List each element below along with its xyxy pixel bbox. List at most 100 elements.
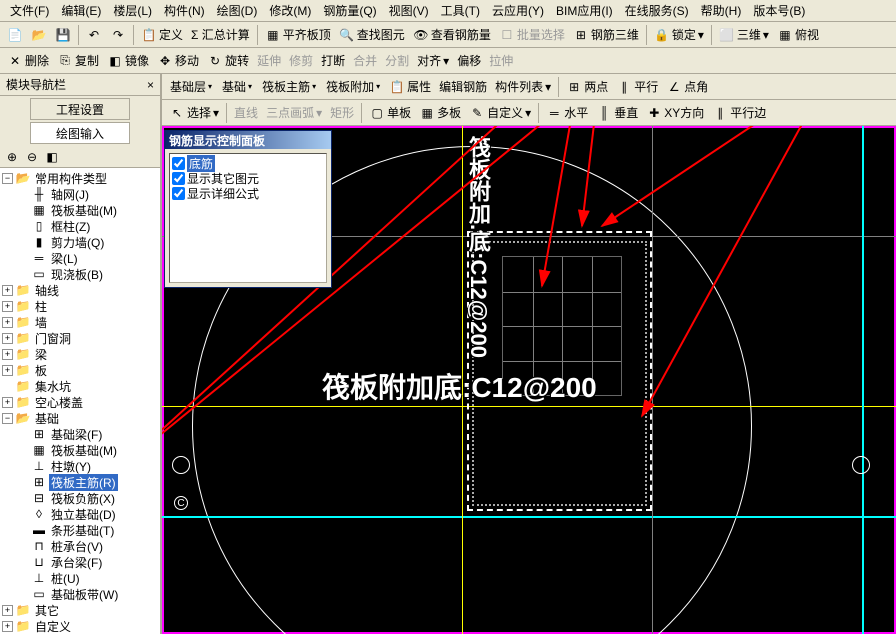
tab-project-settings[interactable]: 工程设置 — [30, 98, 130, 120]
rect-button[interactable]: 矩形 — [327, 103, 357, 122]
tree-item[interactable]: 梁(L) — [49, 250, 80, 267]
two-point-button[interactable]: ⊞两点 — [563, 77, 611, 96]
tree-toggle[interactable]: + — [2, 365, 13, 376]
rebar-3d-button[interactable]: ⊞钢筋三维 — [570, 25, 642, 44]
view-rebar-button[interactable]: 👁查看钢筋量 — [410, 25, 494, 44]
tree-other[interactable]: 其它 — [33, 602, 61, 619]
component-list-button[interactable]: 构件列表▾ — [492, 77, 554, 96]
tree-toggle[interactable]: − — [2, 173, 13, 184]
tree-item[interactable]: 条形基础(T) — [49, 522, 116, 539]
undo-button[interactable]: ↶ — [83, 26, 105, 44]
menu-file[interactable]: 文件(F) — [4, 0, 55, 21]
custom-button[interactable]: ✎自定义▾ — [466, 103, 534, 122]
select-button[interactable]: ↖选择▾ — [166, 103, 222, 122]
menu-edit[interactable]: 编辑(E) — [55, 0, 107, 21]
rotate-button[interactable]: ↻旋转 — [204, 51, 252, 70]
tab-drawing-input[interactable]: 绘图输入 — [30, 122, 130, 144]
drawing-canvas[interactable]: C 筏板附加底:C12@200 筏板附加.底:C12@200 钢筋显示控制面板 … — [162, 126, 896, 634]
line-button[interactable]: 直线 — [231, 103, 261, 122]
trim-button[interactable]: 修剪 — [286, 51, 316, 70]
menu-version[interactable]: 版本号(B) — [747, 0, 811, 21]
panel-item[interactable]: 显示详细公式 — [172, 186, 324, 201]
stretch-button[interactable]: 拉伸 — [486, 51, 516, 70]
checkbox[interactable] — [172, 172, 185, 185]
tree-item[interactable]: 剪力墙(Q) — [49, 234, 106, 251]
panel-title[interactable]: 钢筋显示控制面板 — [165, 131, 331, 149]
tree-cat[interactable]: 梁 — [33, 346, 49, 363]
view3d-button[interactable]: ⬜三维▾ — [716, 25, 772, 44]
tree-toggle[interactable]: + — [2, 621, 13, 632]
tree-toggle[interactable]: + — [2, 397, 13, 408]
rebar-display-panel[interactable]: 钢筋显示控制面板 底筋 显示其它图元 显示详细公式 — [164, 130, 332, 288]
edit-rebar-button[interactable]: 编辑钢筋 — [436, 77, 490, 96]
arc-button[interactable]: 三点画弧▾ — [263, 103, 325, 122]
tree-root[interactable]: 常用构件类型 — [33, 170, 109, 187]
tree-item[interactable]: 现浇板(B) — [49, 266, 105, 283]
save-button[interactable]: 💾 — [52, 26, 74, 44]
open-button[interactable]: 📂 — [28, 26, 50, 44]
tree-cat[interactable]: 墙 — [33, 314, 49, 331]
xy-dir-button[interactable]: ✚XY方向 — [643, 103, 707, 122]
tree-item[interactable]: 独立基础(D) — [49, 506, 118, 523]
tree-toggle[interactable]: + — [2, 317, 13, 328]
lock-button[interactable]: 🔒锁定▾ — [651, 25, 707, 44]
component-tree[interactable]: −📂常用构件类型 ╫轴网(J) ▦筏板基础(M) ▯框柱(Z) ▮剪力墙(Q) … — [0, 168, 160, 634]
menu-modify[interactable]: 修改(M) — [263, 0, 317, 21]
tree-item[interactable]: 柱墩(Y) — [49, 458, 93, 475]
tree-toggle[interactable]: − — [2, 413, 13, 424]
menu-tools[interactable]: 工具(T) — [435, 0, 486, 21]
tree-item[interactable]: 筏板基础(M) — [49, 202, 119, 219]
menu-rebar[interactable]: 钢筋量(Q) — [317, 0, 382, 21]
find-button[interactable]: 🔍查找图元 — [336, 25, 408, 44]
tree-item[interactable]: 筏板基础(M) — [49, 442, 119, 459]
tree-cat[interactable]: 柱 — [33, 298, 49, 315]
type1-dropdown[interactable]: 筏板主筋▾ — [258, 76, 320, 97]
tree-item[interactable]: 桩(U) — [49, 570, 82, 587]
tree-cat[interactable]: 门窗洞 — [33, 330, 73, 347]
parallel-edge-button[interactable]: ∥平行边 — [709, 103, 769, 122]
type2-dropdown[interactable]: 筏板附加▾ — [322, 76, 384, 97]
parallel-button[interactable]: ∥平行 — [613, 77, 661, 96]
tree-cat[interactable]: 板 — [33, 362, 49, 379]
offset-button[interactable]: 偏移 — [454, 51, 484, 70]
single-board-button[interactable]: ▢单板 — [366, 103, 414, 122]
copy-button[interactable]: ⎘复制 — [54, 51, 102, 70]
merge-button[interactable]: 合并 — [350, 51, 380, 70]
menu-view[interactable]: 视图(V) — [383, 0, 435, 21]
new-button[interactable]: 📄 — [4, 26, 26, 44]
tree-cat[interactable]: 集水坑 — [33, 378, 73, 395]
sum-button[interactable]: Σ 汇总计算 — [188, 25, 253, 44]
align-button[interactable]: 对齐▾ — [414, 51, 452, 70]
tree-expand-icon[interactable]: ⊕ — [4, 149, 20, 165]
menu-bim[interactable]: BIM应用(I) — [550, 0, 619, 21]
tree-item[interactable]: 轴网(J) — [49, 186, 91, 203]
batch-select-button[interactable]: ☐批量选择 — [496, 25, 568, 44]
menu-floor[interactable]: 楼层(L) — [107, 0, 158, 21]
extend-button[interactable]: 延伸 — [254, 51, 284, 70]
tree-cat[interactable]: 空心楼盖 — [33, 394, 85, 411]
tree-toggle[interactable]: + — [2, 605, 13, 616]
tree-toggle[interactable]: + — [2, 301, 13, 312]
level-button[interactable]: ═水平 — [543, 103, 591, 122]
menu-online[interactable]: 在线服务(S) — [619, 0, 695, 21]
panel-item[interactable]: 显示其它图元 — [172, 171, 324, 186]
mirror-button[interactable]: ◧镜像 — [104, 51, 152, 70]
tree-custom[interactable]: 自定义 — [33, 618, 73, 634]
layer-dropdown[interactable]: 基础层▾ — [166, 76, 216, 97]
split-button[interactable]: 分割 — [382, 51, 412, 70]
panel-item[interactable]: 底筋 — [172, 156, 324, 171]
redo-button[interactable]: ↷ — [107, 26, 129, 44]
props-button[interactable]: 📋属性 — [386, 77, 434, 96]
define-button[interactable]: 📋定义 — [138, 25, 186, 44]
menu-cloud[interactable]: 云应用(Y) — [486, 0, 550, 21]
multi-board-button[interactable]: ▦多板 — [416, 103, 464, 122]
menu-help[interactable]: 帮助(H) — [695, 0, 748, 21]
tree-toggle[interactable]: + — [2, 285, 13, 296]
tree-toggle[interactable]: + — [2, 349, 13, 360]
checkbox[interactable] — [172, 157, 185, 170]
tree-item-selected[interactable]: 筏板主筋(R) — [49, 474, 118, 491]
move-button[interactable]: ✥移动 — [154, 51, 202, 70]
sidebar-close-icon[interactable]: × — [147, 78, 154, 92]
tree-collapse-icon[interactable]: ⊖ — [24, 149, 40, 165]
tree-item[interactable]: 筏板负筋(X) — [49, 490, 117, 507]
